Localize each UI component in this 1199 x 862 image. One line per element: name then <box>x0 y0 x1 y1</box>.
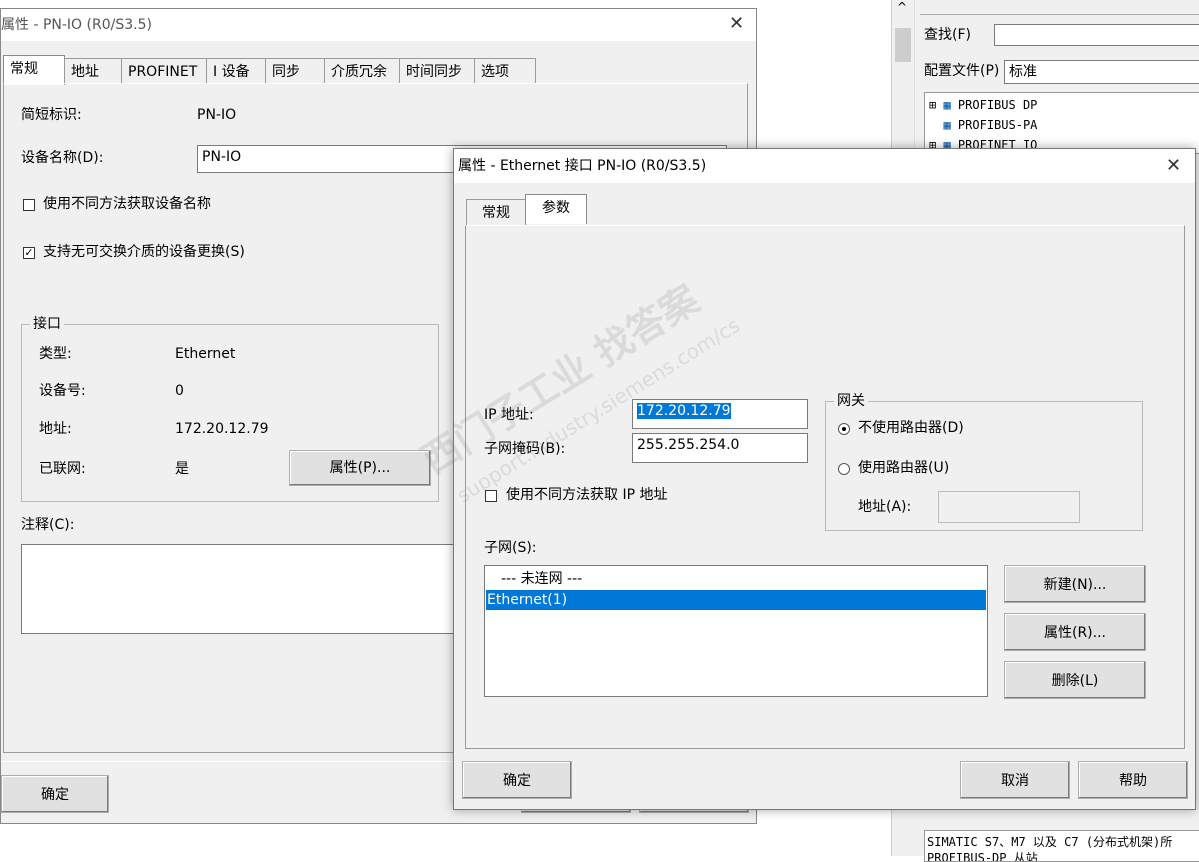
subnet-list[interactable]: --- 未连网 --- Ethernet(1) <box>484 565 988 697</box>
new-subnet-button[interactable]: 新建(N)... <box>1004 565 1146 603</box>
search-label: 查找(F) <box>924 27 971 43</box>
dialog2-title: 属性 - Ethernet 接口 PN-IO (R0/S3.5) <box>458 158 707 174</box>
support-device-replace-label: 支持无可交换介质的设备更换(S) <box>43 244 245 260</box>
dialog2-help-button[interactable]: 帮助 <box>1078 761 1188 799</box>
alt-ip-label: 使用不同方法获取 IP 地址 <box>506 487 668 503</box>
short-id-value: PN-IO <box>197 107 237 123</box>
router-address-label: 地址(A): <box>858 499 912 515</box>
comment-label: 注释(C): <box>21 517 75 533</box>
use-router-label: 使用路由器(U) <box>858 460 950 476</box>
dialog1-titlebar[interactable]: 属性 - PN-IO (R0/S3.5) ✕ <box>1 9 756 41</box>
dialog1-tabs: 常规 地址 PROFINET I 设备 同步 介质冗余 时间同步 选项 <box>3 55 536 85</box>
support-device-replace-checkbox[interactable]: ✓ <box>23 247 35 259</box>
short-id-label: 简短标识: <box>21 107 82 123</box>
interface-address-value: 172.20.12.79 <box>175 421 269 437</box>
device-no-value: 0 <box>175 383 184 399</box>
tab-time-sync[interactable]: 时间同步 <box>399 58 475 84</box>
ip-address-input[interactable]: 172.20.12.79 <box>632 399 808 429</box>
tab-address[interactable]: 地址 <box>64 58 122 84</box>
scroll-up-icon[interactable]: ^ <box>897 0 907 14</box>
scroll-thumb[interactable] <box>895 28 911 62</box>
dialog2-titlebar[interactable]: 属性 - Ethernet 接口 PN-IO (R0/S3.5) ✕ <box>454 149 1195 183</box>
tab-sync[interactable]: 同步 <box>265 58 325 84</box>
status-panel: SIMATIC S7、M7 以及 C7 (分布式机架)所 PROFIBUS-DP… <box>924 830 1199 862</box>
dialog2-ok-button[interactable]: 确定 <box>462 761 572 799</box>
catalog-tree[interactable]: ⊞ ▦ PROFIBUS DP ▦ PROFIBUS-PA ⊞ ▦ PROFIN… <box>924 92 1199 154</box>
tree-item-profibus-pa[interactable]: ▦ PROFIBUS-PA <box>929 116 1037 134</box>
dialog2-tabs: 常规 参数 <box>466 194 587 225</box>
subnet-mask-label: 子网掩码(B): <box>484 441 566 457</box>
search-input[interactable] <box>994 24 1199 46</box>
tab-media-redundancy[interactable]: 介质冗余 <box>324 58 400 84</box>
device-name-label: 设备名称(D): <box>21 150 104 166</box>
networked-label: 已联网: <box>39 461 86 477</box>
device-no-label: 设备号: <box>39 383 86 399</box>
ip-address-label: IP 地址: <box>484 407 534 423</box>
subnet-properties-button[interactable]: 属性(R)... <box>1004 613 1146 651</box>
use-router-radio[interactable] <box>838 463 850 475</box>
tab-general[interactable]: 常规 <box>3 55 65 85</box>
dialog2-cancel-button[interactable]: 取消 <box>960 761 1070 799</box>
tab-parameters[interactable]: 参数 <box>525 194 587 224</box>
interface-legend: 接口 <box>30 315 64 333</box>
interface-type-label: 类型: <box>39 346 72 362</box>
tree-item-profibus-dp[interactable]: ⊞ ▦ PROFIBUS DP <box>929 96 1037 114</box>
close-icon[interactable]: ✕ <box>1166 156 1181 176</box>
delete-subnet-button[interactable]: 删除(L) <box>1004 661 1146 699</box>
networked-value: 是 <box>175 461 189 477</box>
list-item-selected[interactable]: Ethernet(1) <box>486 590 986 610</box>
dialog1-ok-button[interactable]: 确定 <box>1 775 109 813</box>
tab-i-device[interactable]: I 设备 <box>206 58 266 84</box>
tab-options[interactable]: 选项 <box>474 58 536 84</box>
properties-dialog-ethernet: 属性 - Ethernet 接口 PN-IO (R0/S3.5) ✕ 常规 参数… <box>414 148 1196 810</box>
router-address-input[interactable] <box>938 491 1080 523</box>
interface-address-label: 地址: <box>39 421 72 437</box>
subnet-mask-input[interactable]: 255.255.254.0 <box>632 433 808 463</box>
no-router-radio[interactable] <box>838 423 850 435</box>
no-router-label: 不使用路由器(D) <box>858 420 964 436</box>
subnet-label: 子网(S): <box>484 540 537 556</box>
list-item[interactable]: --- 未连网 --- <box>501 570 582 588</box>
alt-device-name-label: 使用不同方法获取设备名称 <box>43 196 211 212</box>
gateway-legend: 网关 <box>834 392 868 410</box>
interface-type-value: Ethernet <box>175 346 236 362</box>
close-icon[interactable]: ✕ <box>729 14 744 34</box>
interface-properties-button[interactable]: 属性(P)... <box>289 450 431 486</box>
tab-profinet[interactable]: PROFINET <box>121 58 207 84</box>
dialog1-title: 属性 - PN-IO (R0/S3.5) <box>1 17 152 33</box>
alt-ip-checkbox[interactable] <box>485 490 497 502</box>
profile-select[interactable]: 标准 <box>1004 60 1199 84</box>
tab-general[interactable]: 常规 <box>466 199 526 225</box>
alt-device-name-checkbox[interactable] <box>23 199 35 211</box>
profile-label: 配置文件(P) <box>924 63 1000 79</box>
